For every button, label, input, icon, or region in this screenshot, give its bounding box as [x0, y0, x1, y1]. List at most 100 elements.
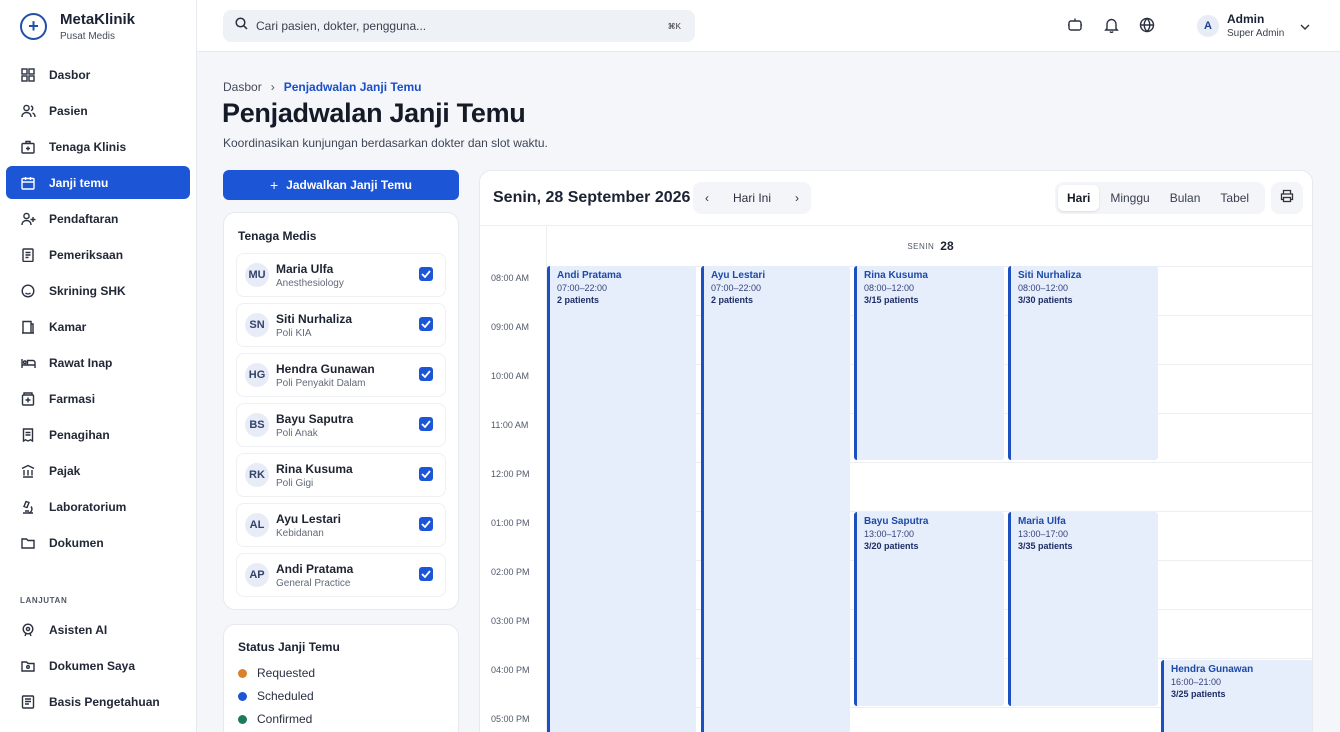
status-legend-item: Requested	[238, 666, 315, 680]
prev-day-button[interactable]: ‹	[705, 191, 709, 205]
user-menu[interactable]: A Admin Super Admin	[1197, 12, 1310, 39]
doctor-checkbox[interactable]	[419, 567, 433, 581]
event-patients: 3/35 patients	[1018, 541, 1073, 551]
check-icon	[421, 520, 431, 528]
check-icon	[421, 320, 431, 328]
sidebar-item-farmasi[interactable]: Farmasi	[6, 382, 190, 415]
user-role: Super Admin	[1227, 28, 1285, 39]
doctor-avatar: SN	[245, 313, 269, 337]
chevron-down-icon	[1300, 17, 1310, 35]
microscope-icon	[20, 499, 36, 515]
doctor-checkbox[interactable]	[419, 317, 433, 331]
appointment-block[interactable]: Andi Pratama 07:00–22:00 2 patients	[547, 266, 696, 732]
nav-section-label: LANJUTAN	[20, 596, 68, 605]
status-dot	[238, 714, 247, 724]
sidebar-item-label: Pasien	[49, 103, 88, 118]
globe-icon[interactable]	[1138, 16, 1156, 34]
event-doctor: Rina Kusuma	[864, 270, 928, 281]
appointment-block[interactable]: Ayu Lestari 07:00–22:00 2 patients	[701, 266, 850, 732]
sidebar-item-label: Dokumen Saya	[49, 658, 136, 673]
appointment-block[interactable]: Maria Ulfa 13:00–17:00 3/35 patients	[1008, 512, 1158, 706]
check-icon	[421, 570, 431, 578]
tax-icon	[20, 463, 36, 479]
sidebar-item-label: Pendaftaran	[49, 211, 119, 226]
sidebar-item-janji-temu[interactable]: Janji temu	[6, 166, 190, 199]
sidebar-item-dokumen[interactable]: Dokumen	[6, 526, 190, 559]
sidebar-item-penagihan[interactable]: Penagihan	[6, 418, 190, 451]
doctor-checkbox[interactable]	[419, 267, 433, 281]
doctor-name: Maria Ulfa	[276, 261, 334, 276]
doctor-item[interactable]: SN Siti Nurhaliza Poli KIA	[236, 303, 446, 347]
appointment-block[interactable]: Hendra Gunawan 16:00–21:00 3/25 patients	[1161, 660, 1312, 732]
time-label: 11:00 AM	[491, 420, 529, 430]
medical-staff-title: Tenaga Medis	[238, 229, 317, 243]
sidebar-item-laboratorium[interactable]: Laboratorium	[6, 490, 190, 523]
event-patients: 3/30 patients	[1018, 295, 1073, 305]
sidebar-item-pasien[interactable]: Pasien	[6, 94, 190, 127]
sidebar-item-pajak[interactable]: Pajak	[6, 454, 190, 487]
ai-bot-icon[interactable]	[1066, 16, 1084, 34]
view-table-tab[interactable]: Tabel	[1211, 185, 1258, 211]
doctor-checkbox[interactable]	[419, 517, 433, 531]
status-dot	[238, 668, 247, 678]
search-input[interactable]	[256, 19, 656, 33]
calendar-date: Senin, 28 September 2026	[493, 189, 691, 206]
status-title: Status Janji Temu	[238, 640, 340, 654]
print-button[interactable]	[1271, 182, 1303, 214]
brand[interactable]: + MetaKlinik Pusat Medis	[0, 0, 196, 52]
sidebar-item-label: Farmasi	[49, 391, 96, 406]
appointment-block[interactable]: Bayu Saputra 13:00–17:00 3/20 patients	[854, 512, 1004, 706]
doctor-checkbox[interactable]	[419, 417, 433, 431]
doctor-item[interactable]: RK Rina Kusuma Poli Gigi	[236, 453, 446, 497]
sidebar-item-basis-pengetahuan[interactable]: Basis Pengetahuan	[6, 685, 190, 718]
search-shortcut: ⌘K	[667, 21, 681, 31]
dashboard-icon	[20, 67, 36, 83]
doctor-item[interactable]: HG Hendra Gunawan Poli Penyakit Dalam	[236, 353, 446, 397]
check-icon	[421, 370, 431, 378]
event-time: 16:00–21:00	[1171, 677, 1222, 687]
doctor-avatar: AL	[245, 513, 269, 537]
event-patients: 3/20 patients	[864, 541, 919, 551]
event-patients: 3/25 patients	[1171, 689, 1226, 699]
doctor-avatar: AP	[245, 563, 269, 587]
doctor-item[interactable]: BS Bayu Saputra Poli Anak	[236, 403, 446, 447]
time-label: 03:00 PM	[491, 616, 530, 626]
day-name: SENIN	[907, 241, 935, 251]
view-week-tab[interactable]: Minggu	[1101, 185, 1158, 211]
plus-icon: +	[269, 177, 279, 193]
view-month-tab[interactable]: Bulan	[1161, 185, 1210, 211]
sidebar-item-pemeriksaan[interactable]: Pemeriksaan	[6, 238, 190, 271]
room-icon	[20, 319, 36, 335]
time-label: 12:00 PM	[491, 469, 530, 479]
doctor-avatar: RK	[245, 463, 269, 487]
sidebar-item-kamar[interactable]: Kamar	[6, 310, 190, 343]
sidebar-item-tenaga-klinis[interactable]: Tenaga Klinis	[6, 130, 190, 163]
appointment-block[interactable]: Rina Kusuma 08:00–12:00 3/15 patients	[854, 266, 1004, 460]
sidebar-item-dasbor[interactable]: Dasbor	[6, 58, 190, 91]
next-day-button[interactable]: ›	[795, 191, 799, 205]
doctor-specialty: Anesthesiology	[276, 277, 344, 289]
sidebar-item-skrining-shk[interactable]: Skrining SHK	[6, 274, 190, 307]
event-doctor: Ayu Lestari	[711, 270, 766, 281]
doctor-item[interactable]: AL Ayu Lestari Kebidanan	[236, 503, 446, 547]
advanced-nav: Asisten AI Dokumen Saya Basis Pengetahua…	[6, 613, 190, 721]
doctor-checkbox[interactable]	[419, 467, 433, 481]
knowledge-base-icon	[20, 694, 36, 710]
doctor-item[interactable]: MU Maria Ulfa Anesthesiology	[236, 253, 446, 297]
sidebar-item-rawat-inap[interactable]: Rawat Inap	[6, 346, 190, 379]
doctor-item[interactable]: AP Andi Pratama General Practice	[236, 553, 446, 597]
doctor-specialty: Poli Penyakit Dalam	[276, 377, 366, 389]
sidebar-item-pendaftaran[interactable]: Pendaftaran	[6, 202, 190, 235]
sidebar-item-dokumen-saya[interactable]: Dokumen Saya	[6, 649, 190, 682]
appointment-block[interactable]: Siti Nurhaliza 08:00–12:00 3/30 patients	[1008, 266, 1158, 460]
breadcrumb-home[interactable]: Dasbor	[223, 80, 262, 94]
sidebar-item-label: Asisten AI	[49, 622, 108, 637]
view-day-tab[interactable]: Hari	[1058, 185, 1100, 211]
bell-icon[interactable]	[1102, 16, 1120, 34]
schedule-appointment-button[interactable]: + Jadwalkan Janji Temu	[223, 170, 459, 200]
sidebar-item-asisten-ai[interactable]: Asisten AI	[6, 613, 190, 646]
today-button[interactable]: Hari Ini	[733, 191, 771, 205]
avatar: A	[1197, 14, 1219, 37]
doctor-checkbox[interactable]	[419, 367, 433, 381]
search-bar[interactable]: ⌘K	[223, 10, 695, 42]
